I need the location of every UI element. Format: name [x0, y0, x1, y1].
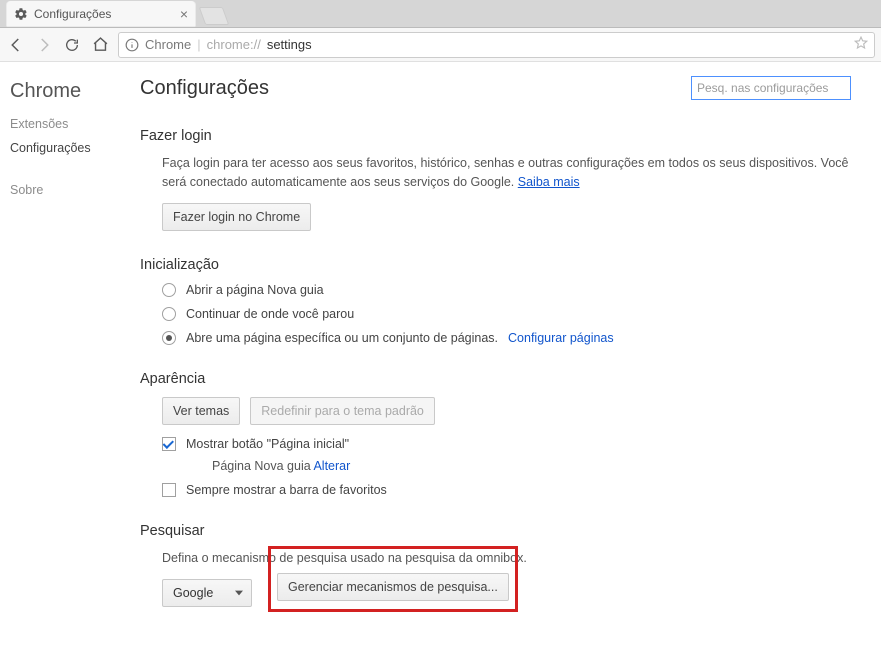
- signin-button[interactable]: Fazer login no Chrome: [162, 203, 311, 231]
- caret-down-icon: [235, 586, 243, 600]
- sidebar-item-about[interactable]: Sobre: [10, 183, 140, 197]
- omnibox-url-prefix: chrome://: [207, 37, 261, 52]
- search-engine-value: Google: [173, 586, 213, 600]
- new-tab-button[interactable]: [199, 7, 230, 25]
- sidebar-item-settings[interactable]: Configurações: [10, 141, 140, 155]
- section-signin: Fazer login Faça login para ter acesso a…: [140, 128, 851, 231]
- section-title-startup: Inicialização: [140, 257, 851, 273]
- section-startup: Inicialização Abrir a página Nova guia C…: [140, 257, 851, 345]
- sidebar-item-extensions[interactable]: Extensões: [10, 117, 140, 131]
- startup-radio-continue[interactable]: [162, 307, 176, 321]
- home-button[interactable]: [90, 35, 110, 55]
- page-header: Configurações: [140, 76, 851, 100]
- startup-option-newtab: Abrir a página Nova guia: [186, 283, 324, 297]
- bookmark-star-icon[interactable]: [854, 36, 868, 53]
- browser-tab-settings[interactable]: Configurações ×: [6, 1, 196, 27]
- startup-option-specific: Abre uma página específica ou um conjunt…: [186, 331, 498, 345]
- show-home-checkbox[interactable]: [162, 437, 176, 451]
- gear-icon: [14, 7, 28, 21]
- change-home-link[interactable]: Alterar: [313, 459, 350, 473]
- site-info-icon[interactable]: [125, 38, 139, 52]
- highlight-annotation: Gerenciar mecanismos de pesquisa...: [268, 546, 518, 612]
- section-title-appearance: Aparência: [140, 371, 851, 387]
- home-page-subtext: Página Nova guia Alterar: [212, 459, 851, 473]
- signin-description: Faça login para ter acesso aos seus favo…: [162, 154, 851, 193]
- show-home-label: Mostrar botão "Página inicial": [186, 437, 349, 451]
- show-bookmarks-label: Sempre mostrar a barra de favoritos: [186, 483, 387, 497]
- show-bookmarks-checkbox[interactable]: [162, 483, 176, 497]
- tab-strip: Configurações ×: [0, 0, 881, 28]
- settings-content: Chrome Extensões Configurações Sobre Con…: [0, 62, 881, 638]
- search-engine-select[interactable]: Google: [162, 579, 252, 607]
- manage-search-engines-button[interactable]: Gerenciar mecanismos de pesquisa...: [277, 573, 509, 601]
- omnibox[interactable]: Chrome | chrome://settings: [118, 32, 875, 58]
- section-appearance: Aparência Ver temas Redefinir para o tem…: [140, 371, 851, 497]
- reload-button[interactable]: [62, 35, 82, 55]
- startup-radio-newtab[interactable]: [162, 283, 176, 297]
- startup-option-continue: Continuar de onde você parou: [186, 307, 354, 321]
- browser-toolbar: Chrome | chrome://settings: [0, 28, 881, 62]
- section-title-search: Pesquisar: [140, 523, 851, 539]
- sidebar: Chrome Extensões Configurações Sobre: [8, 76, 140, 638]
- page-title: Configurações: [140, 77, 269, 100]
- tab-title: Configurações: [34, 7, 111, 21]
- settings-search-input[interactable]: [691, 76, 851, 100]
- themes-button[interactable]: Ver temas: [162, 397, 240, 425]
- section-title-signin: Fazer login: [140, 128, 851, 144]
- close-icon[interactable]: ×: [180, 6, 188, 22]
- set-pages-link[interactable]: Configurar páginas: [508, 331, 614, 345]
- learn-more-link[interactable]: Saiba mais: [518, 175, 580, 189]
- sidebar-title: Chrome: [10, 80, 140, 103]
- back-button[interactable]: [6, 35, 26, 55]
- forward-button[interactable]: [34, 35, 54, 55]
- section-search: Pesquisar Defina o mecanismo de pesquisa…: [140, 523, 851, 612]
- omnibox-origin-label: Chrome: [145, 37, 191, 52]
- omnibox-url-path: settings: [267, 37, 312, 52]
- reset-theme-button[interactable]: Redefinir para o tema padrão: [250, 397, 435, 425]
- startup-radio-specific[interactable]: [162, 331, 176, 345]
- main-panel: Configurações Fazer login Faça login par…: [140, 76, 861, 638]
